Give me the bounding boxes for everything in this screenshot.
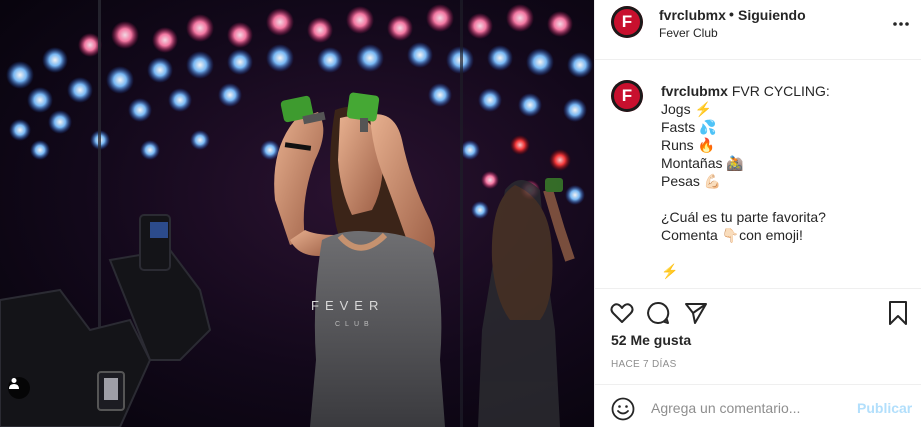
profile-avatar[interactable]: F bbox=[611, 6, 643, 38]
comment-input[interactable] bbox=[651, 397, 851, 419]
caption-username[interactable]: fvrclubmx bbox=[661, 83, 728, 99]
more-horizontal-icon[interactable] bbox=[891, 14, 911, 34]
caption-avatar-letter: F bbox=[621, 86, 633, 105]
instagram-post: FEVER CLUB F fvrclubmx • Siguiendo Fever… bbox=[0, 0, 921, 427]
heart-icon[interactable] bbox=[609, 300, 635, 326]
user-tag-button[interactable] bbox=[8, 377, 30, 399]
caption-avatar[interactable]: F bbox=[611, 80, 643, 112]
location-link[interactable]: Fever Club bbox=[659, 26, 718, 40]
bookmark-icon[interactable] bbox=[885, 300, 911, 326]
shirt-print: FEVER bbox=[311, 298, 384, 313]
caption-text: fvrclubmx FVR CYCLING: Jogs ⚡ Fasts 💦 Ru… bbox=[661, 82, 911, 280]
caption-line: Montañas 🚵 bbox=[661, 155, 744, 171]
caption-question: ¿Cuál es tu parte favorita? bbox=[661, 209, 826, 225]
action-bar bbox=[595, 288, 921, 336]
user-tag-icon bbox=[9, 378, 19, 389]
caption-trailing-emoji: ⚡ bbox=[661, 263, 679, 279]
header-username[interactable]: fvrclubmx bbox=[659, 7, 726, 23]
avatar-letter: F bbox=[621, 12, 633, 31]
post-header: F fvrclubmx • Siguiendo Fever Club bbox=[595, 0, 921, 60]
emoji-icon[interactable] bbox=[611, 397, 635, 421]
header-separator: • bbox=[729, 6, 734, 22]
publish-button[interactable]: Publicar bbox=[857, 400, 912, 416]
caption-first-line: fvrclubmx FVR CYCLING: bbox=[661, 82, 911, 100]
caption-line: Jogs ⚡ bbox=[661, 101, 712, 117]
like-count[interactable]: 52 Me gusta bbox=[611, 332, 691, 348]
shirt-sub-print: CLUB bbox=[335, 321, 374, 328]
post-timestamp[interactable]: HACE 7 DÍAS bbox=[611, 359, 677, 370]
caption-area: F fvrclubmx FVR CYCLING: Jogs ⚡ Fasts 💦 … bbox=[595, 60, 921, 288]
follow-status-button[interactable]: Siguiendo bbox=[738, 7, 806, 23]
caption-cta: Comenta 👇🏻con emoji! bbox=[661, 227, 803, 243]
caption-title: FVR CYCLING: bbox=[731, 83, 830, 99]
share-icon[interactable] bbox=[683, 300, 709, 326]
comment-bar: Publicar bbox=[595, 384, 921, 427]
caption-line: Fasts 💦 bbox=[661, 119, 717, 135]
photo-illustration: FEVER CLUB bbox=[0, 0, 593, 427]
comment-icon[interactable] bbox=[645, 300, 671, 326]
caption-line: Runs 🔥 bbox=[661, 137, 716, 153]
post-side-panel: F fvrclubmx • Siguiendo Fever Club F fvr… bbox=[594, 0, 921, 427]
post-photo[interactable]: FEVER CLUB bbox=[0, 0, 594, 427]
caption-line: Pesas 💪🏻 bbox=[661, 173, 722, 189]
